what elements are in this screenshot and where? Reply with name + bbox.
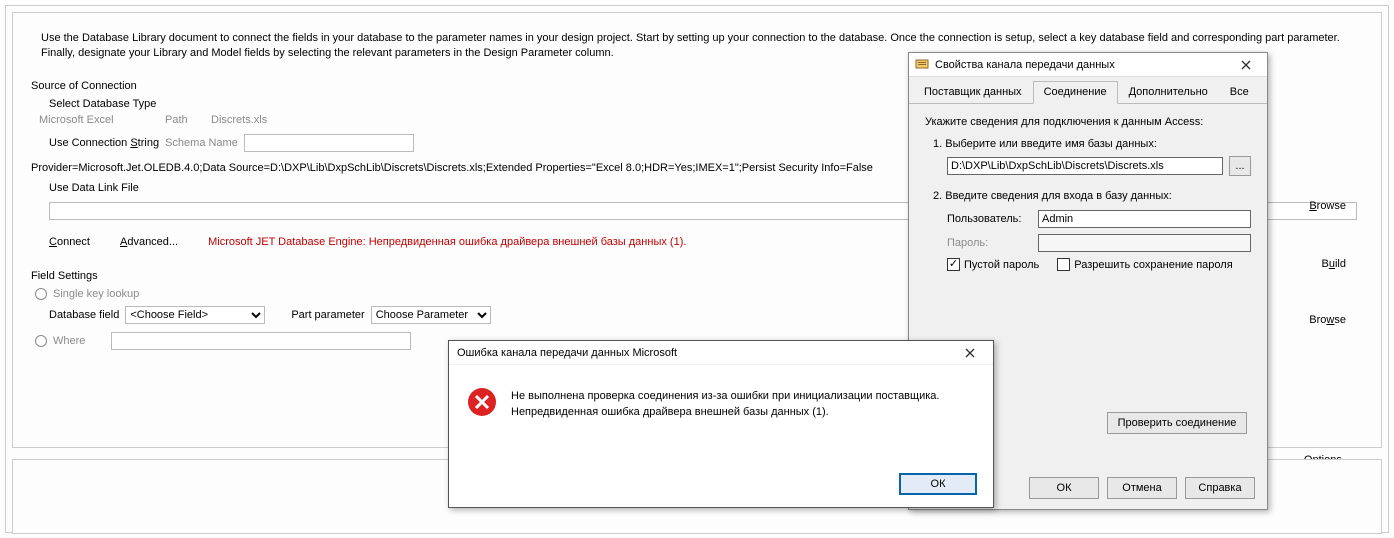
props-title-text: Свойства канала передачи данных bbox=[935, 59, 1231, 71]
advanced-button[interactable]: Advanced... bbox=[120, 236, 178, 248]
props-ok-button[interactable]: ОК bbox=[1029, 477, 1099, 499]
db-field-select[interactable]: <Choose Field> bbox=[125, 306, 265, 324]
data-source-icon bbox=[915, 58, 929, 72]
browse-button-1[interactable]: Browse bbox=[1309, 200, 1346, 212]
err-ok-button[interactable]: ОК bbox=[899, 473, 977, 495]
browse-button-2[interactable]: Browse bbox=[1309, 314, 1346, 326]
ms-excel-label: Microsoft Excel bbox=[39, 114, 159, 126]
save-password-label: Разрешить сохранение пароля bbox=[1074, 259, 1232, 271]
err-title-bar: Ошибка канала передачи данных Microsoft bbox=[449, 341, 993, 365]
schema-name-input[interactable] bbox=[244, 134, 414, 152]
props-dialog-buttons: ОК Отмена Справка bbox=[1029, 477, 1255, 499]
error-icon bbox=[467, 387, 497, 417]
props-step1: 1. Выберите или введите имя базы данных: bbox=[925, 138, 1251, 150]
props-hint: Укажите сведения для подключения к данны… bbox=[925, 116, 1251, 128]
err-button-row: ОК bbox=[899, 473, 977, 495]
password-input[interactable] bbox=[1038, 234, 1251, 252]
password-label: Пароль: bbox=[947, 237, 1032, 249]
connection-error-text: Microsoft JET Database Engine: Непредвид… bbox=[208, 236, 686, 248]
part-param-select[interactable]: Choose Parameter bbox=[371, 306, 491, 324]
where-label: Where bbox=[53, 335, 85, 347]
error-dialog: Ошибка канала передачи данных Microsoft … bbox=[448, 340, 994, 508]
test-connection-button[interactable]: Проверить соединение bbox=[1107, 412, 1247, 434]
save-password-checkbox[interactable] bbox=[1057, 258, 1070, 271]
err-close-icon[interactable] bbox=[955, 343, 985, 363]
path-label: Path bbox=[165, 114, 205, 126]
tab-provider[interactable]: Поставщик данных bbox=[913, 81, 1033, 104]
tab-connection[interactable]: Соединение bbox=[1033, 81, 1118, 104]
where-radio[interactable] bbox=[35, 335, 47, 347]
props-body: Укажите сведения для подключения к данны… bbox=[909, 104, 1267, 289]
single-key-label: Single key lookup bbox=[53, 288, 139, 300]
empty-password-label: Пустой пароль bbox=[964, 259, 1039, 271]
props-help-button[interactable]: Справка bbox=[1185, 477, 1255, 499]
tab-all[interactable]: Все bbox=[1219, 81, 1260, 104]
err-body: Не выполнена проверка соединения из-за о… bbox=[449, 365, 993, 431]
select-db-type-label: Select Database Type bbox=[49, 98, 156, 110]
where-input[interactable] bbox=[111, 332, 411, 350]
use-datalink-file-label: Use Data Link File bbox=[49, 182, 139, 194]
err-message: Не выполнена проверка соединения из-за о… bbox=[511, 387, 975, 421]
props-title-bar: Свойства канала передачи данных bbox=[909, 53, 1267, 77]
props-cancel-button[interactable]: Отмена bbox=[1107, 477, 1177, 499]
db-name-input[interactable] bbox=[947, 157, 1223, 175]
empty-password-checkbox[interactable] bbox=[947, 258, 960, 271]
err-title-text: Ошибка канала передачи данных Microsoft bbox=[457, 347, 955, 359]
user-label: Пользователь: bbox=[947, 213, 1032, 225]
part-param-label: Part parameter bbox=[291, 309, 364, 321]
build-button[interactable]: Build bbox=[1322, 258, 1346, 270]
props-step2: 2. Введите сведения для входа в базу дан… bbox=[925, 190, 1251, 202]
schema-name-label: Schema Name bbox=[165, 137, 238, 149]
browse-db-button[interactable]: ... bbox=[1229, 156, 1251, 176]
close-icon[interactable] bbox=[1231, 55, 1261, 75]
tab-advanced[interactable]: Дополнительно bbox=[1118, 81, 1219, 104]
connection-string-text: Provider=Microsoft.Jet.OLEDB.4.0;Data So… bbox=[31, 162, 873, 174]
db-field-label: Database field bbox=[49, 309, 119, 321]
connect-button[interactable]: Connect bbox=[49, 236, 90, 248]
props-tabs: Поставщик данных Соединение Дополнительн… bbox=[909, 77, 1267, 104]
path-value: Discrets.xls bbox=[211, 114, 267, 126]
use-connection-string-label: Use Connection String bbox=[49, 137, 159, 149]
single-key-radio[interactable] bbox=[35, 288, 47, 300]
user-input[interactable] bbox=[1038, 210, 1251, 228]
